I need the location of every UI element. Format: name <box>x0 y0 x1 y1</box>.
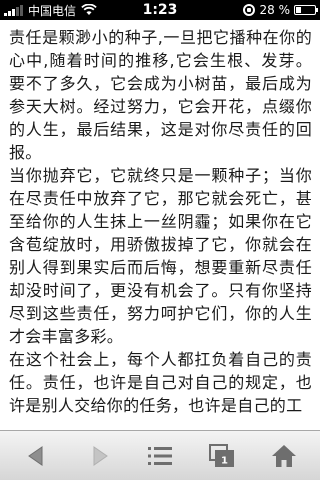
menu-button[interactable] <box>136 431 184 481</box>
article-paragraph: 责任是颗渺小的种子,一旦把它播种在你的心中,随着时间的推移,它会生根、发芽。要不… <box>9 28 312 162</box>
article-paragraph: 在这个社会上，每个人都扛负着自己的责任。责任，也许是自己对自己的规定，也许是别人… <box>9 350 312 415</box>
menu-list-icon <box>148 447 172 465</box>
status-right: 28 % <box>242 0 318 20</box>
forward-button[interactable] <box>76 431 124 481</box>
article-content[interactable]: 责任是颗渺小的种子,一旦把它播种在你的心中,随着时间的推移,它会生根、发芽。要不… <box>0 20 320 430</box>
browser-toolbar: 1 <box>0 430 320 480</box>
back-arrow-icon <box>28 446 43 466</box>
forward-arrow-icon <box>93 446 108 466</box>
pages-count: 1 <box>221 456 228 467</box>
home-button[interactable] <box>260 431 308 481</box>
battery-percent: 28 % <box>259 3 291 17</box>
battery-icon <box>294 5 318 15</box>
battery-fill <box>296 7 301 13</box>
back-button[interactable] <box>12 431 60 481</box>
pages-icon: 1 <box>209 444 234 467</box>
orientation-lock-icon <box>242 4 255 16</box>
article-paragraph: 当你抛弃它，它就终只是一颗种子；当你在尽责任中放弃了它，那它就会死亡，甚至给你的… <box>9 166 312 346</box>
pages-button[interactable]: 1 <box>198 431 246 481</box>
home-icon <box>272 445 296 467</box>
status-bar: 中国电信 1:23 28 % <box>0 0 320 20</box>
